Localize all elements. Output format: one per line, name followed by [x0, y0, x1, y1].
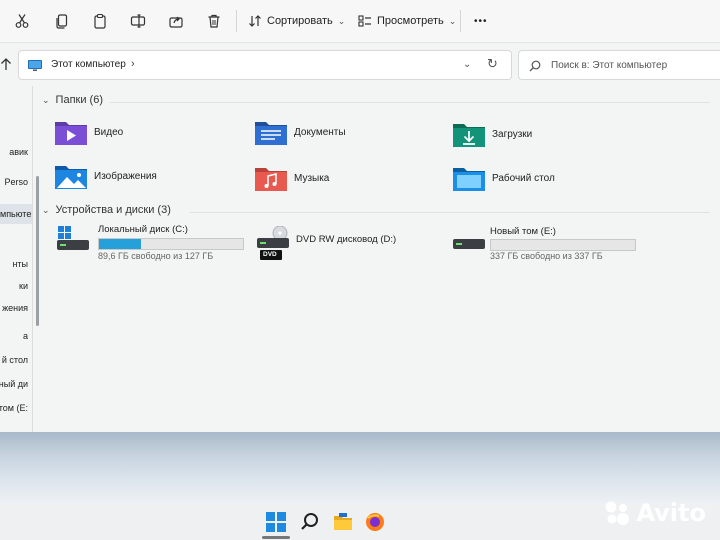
file-explorer-icon[interactable]: [333, 512, 353, 537]
downloads-folder-icon: [453, 124, 485, 147]
folder-item[interactable]: Музыка: [254, 164, 329, 192]
address-row: Этот компьютер › ⌄ ↻ Поиск в: Этот компь…: [0, 48, 720, 82]
view-label: Просмотреть: [377, 15, 444, 27]
folder-item[interactable]: Рабочий стол: [452, 164, 555, 192]
drive-free-space: 89,6 ГБ свободно из 127 ГБ: [98, 251, 214, 261]
drive-label: Новый том (E:): [490, 226, 556, 237]
nav-item[interactable]: й стол: [0, 350, 28, 370]
active-app-indicator: [262, 536, 290, 539]
search-icon: [529, 59, 541, 77]
nav-item[interactable]: льный ди: [0, 374, 28, 394]
rename-button[interactable]: [130, 10, 146, 32]
drive-c-item[interactable]: Локальный диск (C:) 89,6 ГБ свободно из …: [56, 224, 246, 264]
cut-button[interactable]: [14, 10, 30, 32]
nav-item[interactable]: нты: [0, 254, 28, 274]
clipboard-icon: [94, 13, 106, 29]
trash-icon: [208, 14, 220, 28]
avito-logo: [605, 501, 630, 525]
folder-item[interactable]: Видео: [54, 118, 123, 146]
folder-label: Загрузки: [492, 128, 533, 140]
windows-start-icon[interactable]: [266, 512, 286, 537]
documents-folder-icon: [255, 122, 287, 145]
navigation-pane: авик Perso мпьютер нты ки жения а й стол…: [0, 86, 33, 432]
pictures-folder-icon: [55, 166, 87, 189]
chevron-down-icon: ⌄: [337, 15, 346, 26]
folder-item[interactable]: Документы: [254, 118, 346, 146]
toolbar-divider: [236, 10, 237, 32]
content-pane: ⌄ Папки (6) Видео Документы Загрузки Изо…: [38, 86, 720, 432]
command-bar: Сортировать ⌄ Просмотреть ⌄ •••: [0, 0, 720, 43]
chevron-down-icon: ⌄: [448, 15, 457, 26]
address-history-dropdown[interactable]: ⌄: [463, 59, 471, 70]
delete-button[interactable]: [206, 10, 222, 32]
windows-drive-icon: [57, 226, 89, 250]
drive-label: Локальный диск (C:): [98, 224, 188, 235]
nav-item[interactable]: авик: [0, 142, 28, 162]
rename-icon: [130, 14, 146, 28]
drive-free-space: 337 ГБ свободно из 337 ГБ: [490, 251, 603, 261]
more-options-button[interactable]: •••: [474, 10, 488, 32]
share-icon: [169, 16, 183, 28]
view-list-icon: [358, 15, 371, 27]
nav-item[interactable]: Perso: [0, 172, 28, 192]
folder-label: Изображения: [94, 170, 157, 182]
desktop-wallpaper: [0, 432, 720, 504]
toolbar-divider: [460, 10, 461, 32]
nav-item[interactable]: жения: [0, 298, 28, 318]
desktop-folder-icon: [453, 168, 485, 191]
copy-icon: [56, 14, 68, 29]
drives-group-header[interactable]: ⌄ Устройства и диски (3): [42, 204, 171, 216]
paste-button[interactable]: [92, 10, 108, 32]
chevron-down-icon: ⌄: [42, 204, 50, 215]
scissors-icon: [15, 14, 29, 28]
breadcrumb-chevron-icon[interactable]: ›: [131, 58, 135, 70]
group-divider: [190, 212, 710, 213]
address-path[interactable]: Этот компьютер: [51, 59, 126, 70]
up-arrow-icon[interactable]: [0, 57, 12, 76]
drive-usage-bar: [490, 239, 636, 251]
folder-label: Видео: [94, 126, 124, 138]
drive-label: DVD RW дисковод (D:): [296, 234, 397, 245]
video-folder-icon: [55, 122, 87, 145]
drive-usage-fill: [99, 239, 141, 249]
folder-label: Рабочий стол: [492, 172, 555, 184]
drives-group-title: Устройства и диски (3): [55, 204, 171, 216]
drive-d-item[interactable]: DVD DVD RW дисковод (D:): [256, 226, 436, 266]
sort-icon: [249, 15, 261, 27]
sort-label: Сортировать: [267, 15, 333, 27]
search-placeholder: Поиск в: Этот компьютер: [551, 60, 668, 71]
computer-icon: [27, 59, 43, 77]
file-explorer-window: Сортировать ⌄ Просмотреть ⌄ ••• Этот ком…: [0, 0, 720, 432]
share-button[interactable]: [168, 10, 184, 32]
chevron-down-icon: ⌄: [42, 94, 50, 105]
folder-item[interactable]: Загрузки: [452, 120, 532, 148]
nav-item[interactable]: ки: [0, 276, 28, 296]
refresh-icon[interactable]: ↻: [487, 56, 498, 72]
copy-button[interactable]: [54, 10, 70, 32]
drive-e-item[interactable]: Новый том (E:) 337 ГБ свободно из 337 ГБ: [452, 226, 652, 266]
music-folder-icon: [255, 168, 287, 191]
group-divider: [110, 102, 710, 103]
hard-drive-icon: [453, 239, 485, 249]
avito-watermark: Avito: [602, 498, 706, 528]
search-input[interactable]: Поиск в: Этот компьютер: [518, 50, 720, 80]
folders-group-header[interactable]: ⌄ Папки (6): [42, 94, 103, 106]
folder-label: Документы: [294, 126, 346, 138]
nav-item-this-pc[interactable]: мпьютер: [0, 204, 32, 224]
sort-button[interactable]: Сортировать ⌄: [248, 10, 345, 32]
firefox-icon[interactable]: [365, 512, 385, 537]
nav-item[interactable]: а: [0, 326, 28, 346]
drive-usage-bar: [98, 238, 244, 250]
nav-item[interactable]: й том (E:: [0, 398, 28, 418]
folders-group-title: Папки (6): [55, 94, 103, 106]
search-icon[interactable]: [300, 512, 320, 537]
view-button[interactable]: Просмотреть ⌄: [358, 10, 456, 32]
folder-item[interactable]: Изображения: [54, 162, 157, 190]
folder-label: Музыка: [294, 172, 330, 184]
watermark-text: Avito: [636, 499, 706, 527]
dvd-badge: DVD: [263, 251, 277, 258]
address-bar[interactable]: Этот компьютер › ⌄ ↻: [18, 50, 512, 80]
